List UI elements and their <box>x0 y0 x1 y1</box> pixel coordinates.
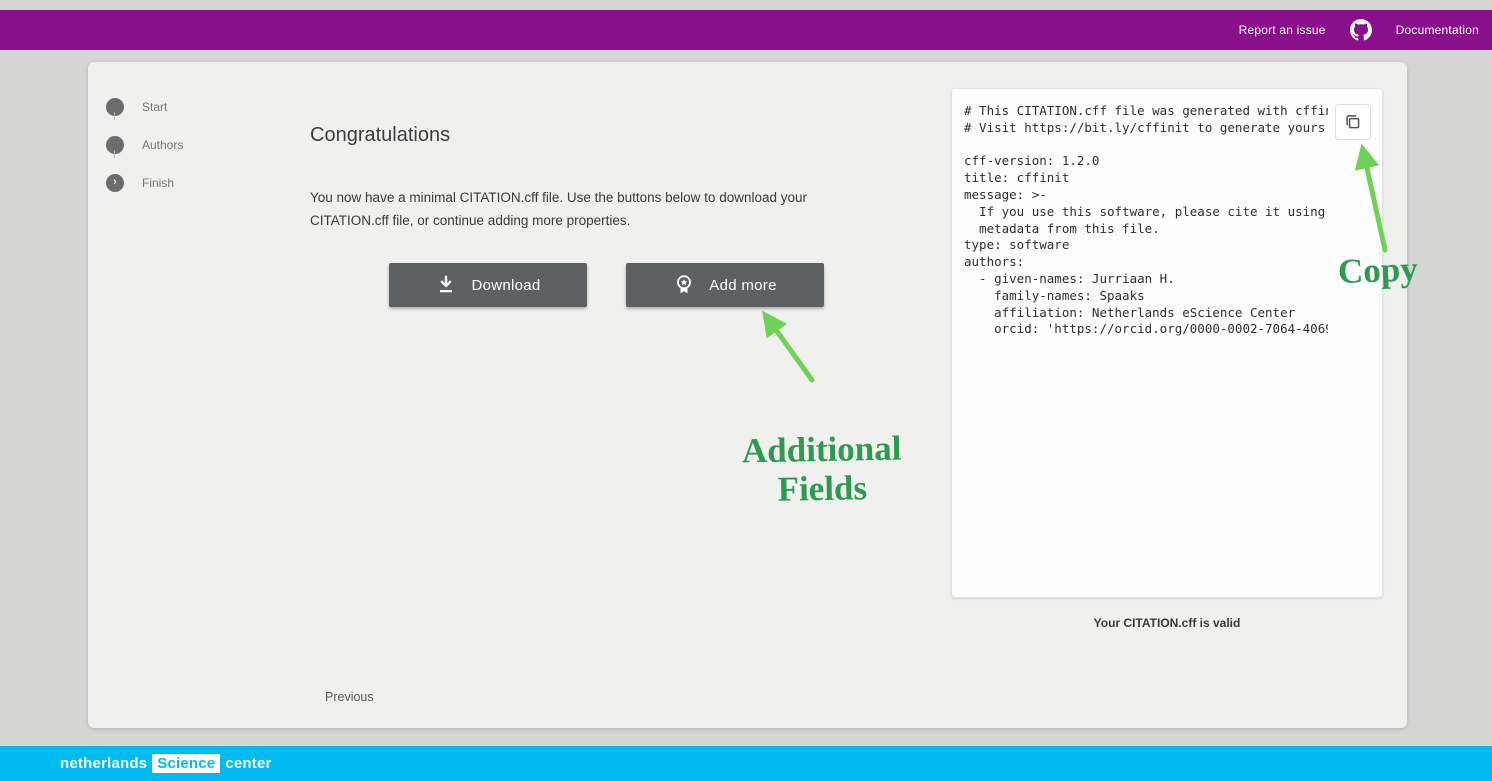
top-nav-bar: Report an issue Documentation <box>0 10 1492 50</box>
validation-status-text: Your CITATION.cff is valid <box>951 616 1383 630</box>
download-icon <box>435 274 457 296</box>
stepper-connector <box>114 112 115 120</box>
logo-text-center: center <box>225 755 271 772</box>
step-circle-start <box>106 98 124 116</box>
download-button-label: Download <box>471 277 540 294</box>
chevron-right-icon: › <box>113 177 117 188</box>
logo-text-science: Science <box>152 754 220 773</box>
citation-preview-panel: # This CITATION.cff file was generated w… <box>951 88 1383 598</box>
step-circle-authors <box>106 136 124 154</box>
download-button[interactable]: Download <box>389 263 587 307</box>
report-an-issue-link[interactable]: Report an issue <box>1239 23 1326 37</box>
step-label-start: Start <box>142 100 167 114</box>
stepper-item-start[interactable]: Start <box>106 88 183 126</box>
stepper-connector <box>114 150 115 158</box>
step-label-authors: Authors <box>142 138 183 152</box>
step-label-finish: Finish <box>142 176 174 190</box>
main-card: Start Authors › Finish Congratulations Y… <box>88 62 1407 728</box>
page-title: Congratulations <box>310 124 450 147</box>
award-badge-icon <box>673 274 695 296</box>
previous-button[interactable]: Previous <box>325 690 374 704</box>
logo-text-netherlands: netherlands <box>60 755 147 772</box>
documentation-link[interactable]: Documentation <box>1396 23 1479 37</box>
citation-code: # This CITATION.cff file was generated w… <box>964 103 1328 587</box>
action-buttons: Download Add more <box>389 263 824 307</box>
nlesc-logo: netherlands Science center <box>60 754 272 773</box>
wizard-stepper: Start Authors › Finish <box>106 88 183 202</box>
copy-button[interactable] <box>1335 104 1371 140</box>
footer-bar: netherlands Science center <box>0 746 1492 781</box>
intro-text: You now have a minimal CITATION.cff file… <box>310 186 888 232</box>
step-circle-finish: › <box>106 174 124 192</box>
add-more-button-label: Add more <box>709 277 776 294</box>
copy-icon <box>1344 113 1362 131</box>
add-more-button[interactable]: Add more <box>626 263 824 307</box>
stepper-item-finish[interactable]: › Finish <box>106 164 183 202</box>
stepper-item-authors[interactable]: Authors <box>106 126 183 164</box>
github-icon[interactable] <box>1350 19 1372 41</box>
page: Report an issue Documentation Start Auth… <box>0 0 1492 781</box>
